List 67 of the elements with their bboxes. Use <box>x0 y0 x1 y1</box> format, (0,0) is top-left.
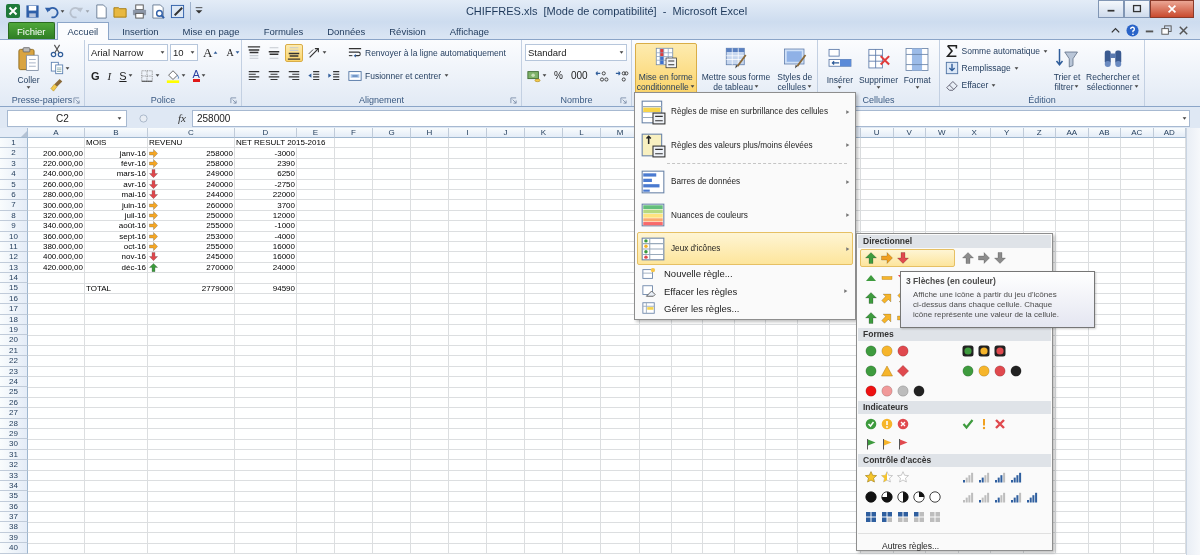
table-cell: 380.000,00 <box>42 242 83 252</box>
table-cell: 16000 <box>272 242 295 252</box>
table-cell: 260.000,00 <box>42 179 83 189</box>
table-cell: juin-16 <box>122 200 146 210</box>
table-cell: janv-16 <box>119 148 146 158</box>
table-cell: 240.000,00 <box>42 169 83 179</box>
table-cell: 244000 <box>206 190 233 200</box>
group-label: Presse-papiers <box>11 95 73 105</box>
table-cell: -3000 <box>274 148 295 158</box>
table-cell: -1000 <box>274 221 295 231</box>
section-header: Formes <box>858 328 1051 341</box>
group-label: Nombre <box>560 94 593 105</box>
section-header: Contrôle d'accès <box>858 454 1051 467</box>
tooltip-text: Affiche une icône à partir du jeu d'icônes ci-dessus dans chaque cellule. Chaque icône représente une valeur de la cellule. <box>912 290 1060 320</box>
table-cell: févr-16 <box>121 158 146 168</box>
table-cell: sept-16 <box>119 231 146 241</box>
table-cell: 220.000,00 <box>42 158 83 168</box>
table-cell: 340.000,00 <box>42 221 83 231</box>
table-cell: juil-16 <box>124 210 146 220</box>
table-cell: déc-16 <box>121 262 146 272</box>
table-cell: 16000 <box>272 252 295 262</box>
table-cell: mai-16 <box>121 190 146 200</box>
table-cell: 300.000,00 <box>42 200 83 210</box>
table-cell: 400.000,00 <box>42 252 83 262</box>
section-header: Indicateurs <box>858 401 1051 414</box>
group-label: Cellules <box>862 95 895 105</box>
table-cell: 270000 <box>206 262 233 272</box>
table-cell: 2779000 <box>201 283 233 293</box>
table-cell: 22000 <box>272 190 295 200</box>
table-cell: 258000 <box>206 158 233 168</box>
group-label: Alignement <box>359 94 404 105</box>
table-cell: 258000 <box>206 148 233 158</box>
table-cell: août-16 <box>118 221 146 231</box>
table-cell: NET RESULT 2015-2016 <box>236 138 326 148</box>
tooltip-title: 3 Flèches (en couleur) <box>906 276 997 286</box>
table-cell: 280.000,00 <box>42 190 83 200</box>
group-label: Édition <box>1028 95 1056 105</box>
table-cell: 3700 <box>277 200 295 210</box>
group-label: Police <box>150 94 176 105</box>
table-cell: MOIS <box>86 138 107 148</box>
table-cell: 240000 <box>206 179 233 189</box>
table-cell: TOTAL <box>86 283 112 293</box>
table-cell: -4000 <box>274 231 295 241</box>
window-title: CHIFFRES.xls [Mode de compatibilité] - Microsoft Excel <box>464 5 749 17</box>
table-cell: 200.000,00 <box>42 148 83 158</box>
table-cell: 360.000,00 <box>42 231 83 241</box>
table-cell: 245000 <box>206 252 233 262</box>
table-cell: nov-16 <box>121 252 146 262</box>
table-cell: 250000 <box>206 210 233 220</box>
table-cell: -2750 <box>274 179 295 189</box>
table-cell: 255000 <box>206 242 233 252</box>
table-cell: 24000 <box>272 262 295 272</box>
table-cell: REVENU <box>149 138 183 148</box>
table-cell: mars-16 <box>116 169 146 179</box>
table-cell: avr-16 <box>123 179 146 189</box>
table-cell: 12000 <box>272 210 295 220</box>
table-cell: 255000 <box>206 221 233 231</box>
table-cell: 253000 <box>206 231 233 241</box>
table-cell: 6250 <box>277 169 295 179</box>
table-cell: 320.000,00 <box>42 210 83 220</box>
table-cell: 420.000,00 <box>42 262 83 272</box>
table-cell: 94590 <box>272 283 295 293</box>
table-cell: 249000 <box>206 169 233 179</box>
table-cell: 2390 <box>277 158 295 168</box>
section-header: Directionnel <box>858 235 1051 248</box>
table-cell: oct-16 <box>123 242 146 252</box>
table-cell: 260000 <box>206 200 233 210</box>
